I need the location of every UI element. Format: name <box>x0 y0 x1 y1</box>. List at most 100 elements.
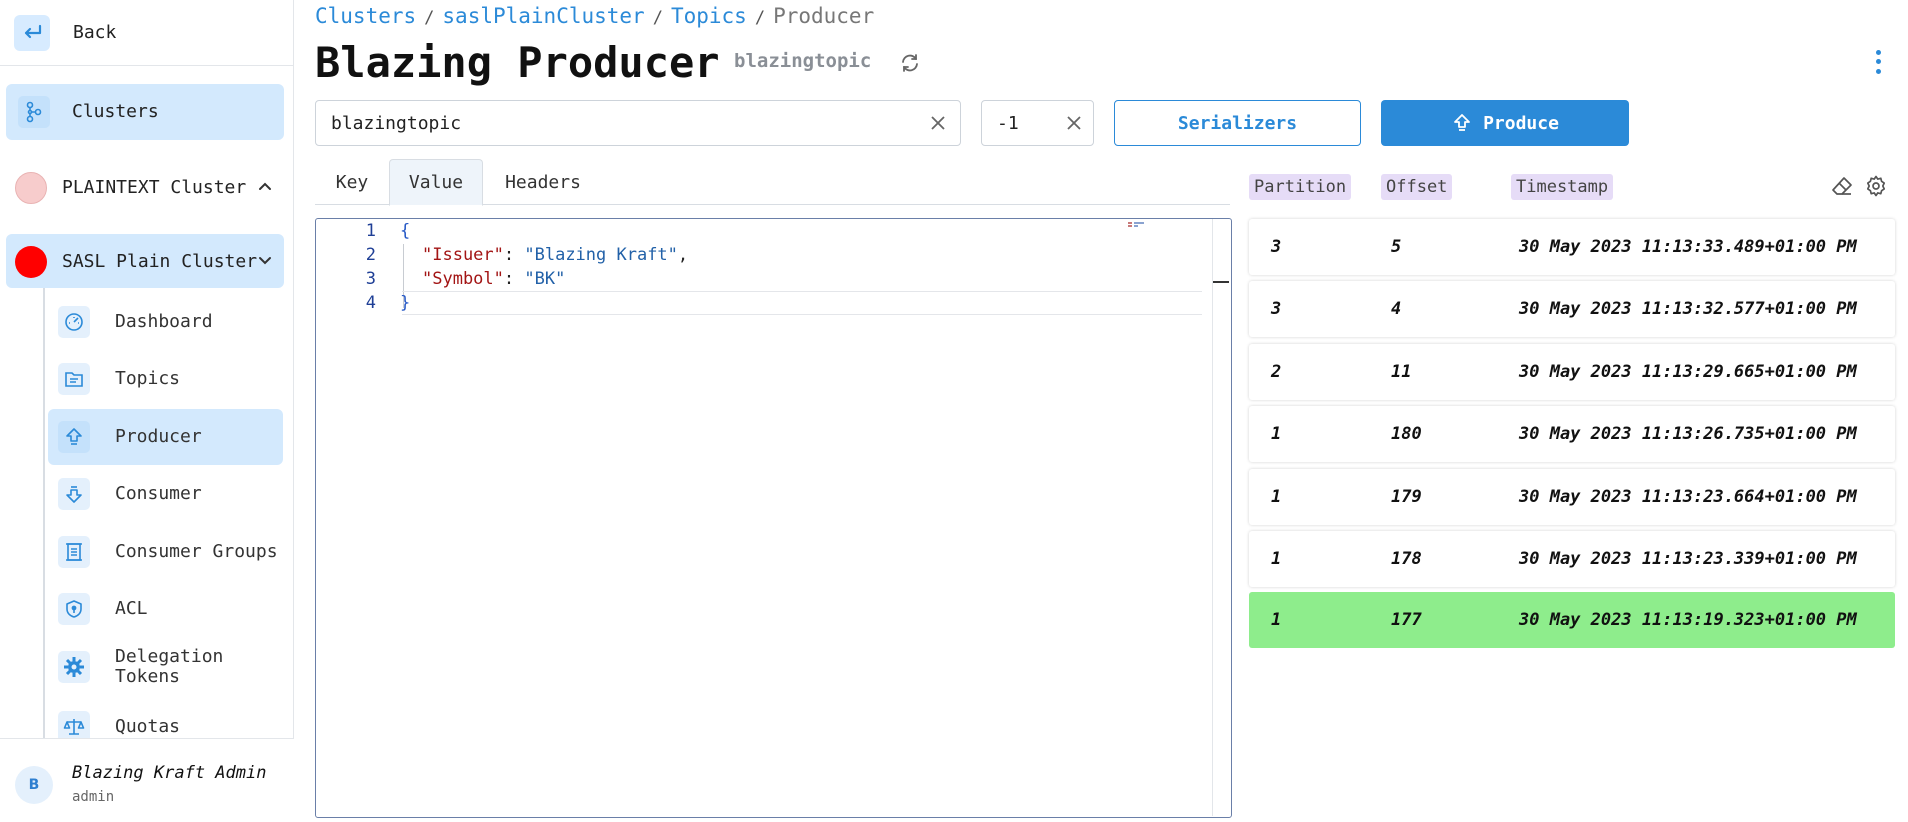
eraser-icon[interactable] <box>1830 174 1854 198</box>
cluster-sasl-plain[interactable]: SASL Plain Cluster <box>6 234 284 288</box>
more-menu-icon[interactable] <box>1866 48 1890 76</box>
clear-partition-icon[interactable] <box>1064 113 1084 133</box>
cluster-plaintext[interactable]: PLAINTEXT Cluster <box>6 160 284 214</box>
cell-offset: 178 <box>1391 549 1422 569</box>
header-partition: Partition <box>1249 174 1352 200</box>
gear-icon[interactable] <box>1864 174 1888 198</box>
cell-partition: 3 <box>1271 299 1282 319</box>
cell-timestamp: 30 May 2023 11:13:29.665+01:00 PM <box>1519 362 1857 382</box>
cell-partition: 1 <box>1271 487 1282 507</box>
sidebar-item-label: Consumer Groups <box>115 541 278 562</box>
partition-select[interactable] <box>981 100 1094 146</box>
label-line-1: Delegation <box>115 646 224 667</box>
result-row[interactable]: 2 11 30 May 2023 11:13:29.665+01:00 PM <box>1249 344 1895 400</box>
result-row[interactable]: 1 179 30 May 2023 11:13:23.664+01:00 PM <box>1249 469 1895 525</box>
page-title: Blazing Producer <box>315 38 720 87</box>
current-line-highlight <box>402 291 1202 315</box>
produce-button[interactable]: Produce <box>1381 100 1629 146</box>
tab-value[interactable]: Value <box>389 159 483 206</box>
breadcrumb-separator: / <box>652 8 663 28</box>
sidebar-item-label: Consumer <box>115 483 202 504</box>
sidebar-item-label: Quotas <box>115 716 181 737</box>
user-panel[interactable]: B Blazing Kraft Admin admin <box>0 738 294 822</box>
consumer-groups-icon <box>58 536 90 568</box>
result-row[interactable]: 3 4 30 May 2023 11:13:32.577+01:00 PM <box>1249 281 1895 337</box>
line-number: 3 <box>365 269 376 289</box>
breadcrumb-topics[interactable]: Topics <box>671 4 747 28</box>
cell-partition: 3 <box>1271 237 1282 257</box>
json-colon: : <box>503 245 525 265</box>
back-arrow-icon <box>14 15 50 51</box>
cluster-label: SASL Plain Cluster <box>62 251 258 272</box>
line-number: 2 <box>365 245 376 265</box>
result-row[interactable]: 3 5 30 May 2023 11:13:33.489+01:00 PM <box>1249 219 1895 275</box>
code-editor[interactable]: 1 2 3 4 { "Issuer": "Blazing Kraft", "Sy… <box>315 218 1232 818</box>
sidebar-item-delegation-tokens[interactable]: Delegation Tokens <box>48 639 283 695</box>
cell-timestamp: 30 May 2023 11:13:33.489+01:00 PM <box>1519 237 1857 257</box>
sidebar-item-consumer[interactable]: Consumer <box>48 466 283 522</box>
back-button[interactable]: Back <box>0 0 294 66</box>
topic-select[interactable] <box>315 100 961 146</box>
result-row[interactable]: 1 178 30 May 2023 11:13:23.339+01:00 PM <box>1249 531 1895 587</box>
minimap[interactable] <box>1128 221 1168 229</box>
breadcrumb-current: Producer <box>773 4 875 28</box>
cluster-label: PLAINTEXT Cluster <box>62 177 247 198</box>
cell-offset: 179 <box>1391 487 1422 507</box>
gear-burst-icon <box>58 651 90 683</box>
cell-timestamp: 30 May 2023 11:13:23.664+01:00 PM <box>1519 487 1857 507</box>
chevron-down-icon[interactable] <box>256 251 274 269</box>
sidebar-item-acl[interactable]: ACL <box>48 581 283 637</box>
sidebar-item-dashboard[interactable]: Dashboard <box>48 294 283 350</box>
chevron-up-icon[interactable] <box>256 177 274 195</box>
code-line: { <box>400 221 411 241</box>
editor-scrollbar[interactable] <box>1212 219 1213 816</box>
serializers-button[interactable]: Serializers <box>1114 100 1361 146</box>
breadcrumb: Clusters / saslPlainCluster / Topics / Produce… <box>315 4 874 28</box>
line-number: 1 <box>365 221 376 241</box>
cell-partition: 2 <box>1271 362 1282 382</box>
result-row-highlighted[interactable]: 1 177 30 May 2023 11:13:19.323+01:00 PM <box>1249 592 1895 648</box>
breadcrumb-cluster[interactable]: saslPlainCluster <box>442 4 644 28</box>
refresh-icon[interactable] <box>898 51 922 75</box>
header-timestamp: Timestamp <box>1511 174 1614 200</box>
code-line: } <box>400 293 411 313</box>
cell-offset: 11 <box>1391 362 1412 382</box>
result-row[interactable]: 1 180 30 May 2023 11:13:26.735+01:00 PM <box>1249 406 1895 462</box>
cell-timestamp: 30 May 2023 11:13:32.577+01:00 PM <box>1519 299 1857 319</box>
topics-icon <box>58 363 90 395</box>
consumer-icon <box>58 478 90 510</box>
json-value: "Blazing Kraft" <box>524 245 678 265</box>
json-key: "Symbol" <box>422 269 504 289</box>
json-key: "Issuer" <box>422 245 504 265</box>
tab-headers[interactable]: Headers <box>483 159 603 205</box>
sidebar-item-clusters[interactable]: Clusters <box>6 84 284 140</box>
cell-offset: 4 <box>1391 299 1402 319</box>
breadcrumb-separator: / <box>424 8 435 28</box>
tab-key[interactable]: Key <box>315 159 389 205</box>
producer-icon <box>58 421 90 453</box>
clusters-icon <box>18 96 50 128</box>
cell-offset: 177 <box>1391 610 1422 630</box>
scrollbar-cursor-mark <box>1213 281 1229 283</box>
produce-label: Produce <box>1483 112 1559 134</box>
topic-input[interactable] <box>316 101 906 145</box>
cell-timestamp: 30 May 2023 11:13:19.323+01:00 PM <box>1519 610 1857 630</box>
sidebar-item-consumer-groups[interactable]: Consumer Groups <box>48 524 283 580</box>
json-comma: , <box>677 245 689 265</box>
editor-tabs: Key Value Headers <box>315 159 1230 206</box>
code-line: "Symbol": "BK" <box>422 269 565 289</box>
header-offset: Offset <box>1381 174 1453 200</box>
cell-offset: 5 <box>1391 237 1402 257</box>
json-value: "BK" <box>524 269 566 289</box>
cluster-color-dot <box>15 246 47 278</box>
partition-input[interactable] <box>982 101 1062 145</box>
breadcrumb-separator: / <box>754 8 766 28</box>
line-number: 4 <box>365 293 376 313</box>
clear-topic-icon[interactable] <box>928 113 948 133</box>
breadcrumb-clusters[interactable]: Clusters <box>315 4 416 28</box>
sidebar-item-topics[interactable]: Topics <box>48 351 283 407</box>
cell-offset: 180 <box>1391 424 1422 444</box>
cluster-color-dot <box>15 172 47 204</box>
sidebar-item-producer[interactable]: Producer <box>48 409 283 465</box>
cell-partition: 1 <box>1271 424 1282 444</box>
